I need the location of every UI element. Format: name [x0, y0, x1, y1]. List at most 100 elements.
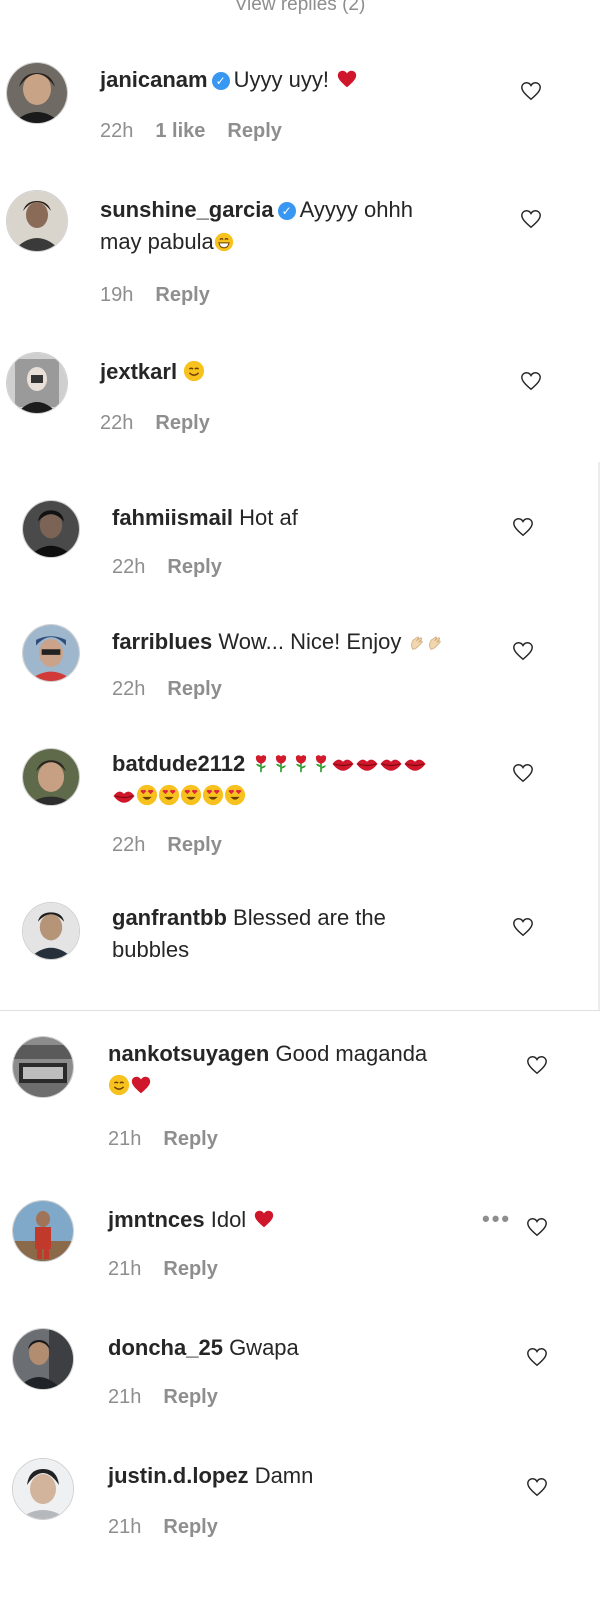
avatar[interactable]	[12, 1200, 74, 1262]
comment-body: doncha_25 Gwapa	[108, 1332, 508, 1364]
reply-button[interactable]: Reply	[163, 1258, 217, 1280]
avatar[interactable]	[6, 352, 68, 414]
comment-text: Idol	[210, 1207, 247, 1232]
timestamp: 22h	[112, 834, 146, 856]
comment: jextkarl 22h Reply	[0, 350, 600, 450]
comment: doncha_25 Gwapa 21h Reply	[0, 1326, 600, 1426]
clapping-hands-icon	[426, 634, 444, 652]
reply-button[interactable]: Reply	[155, 284, 209, 306]
username[interactable]: jmntnces	[108, 1207, 205, 1232]
comment-text: Wow... Nice! Enjoy	[218, 629, 402, 654]
comment-text-line2: bubbles	[112, 937, 190, 962]
rose-icon	[271, 752, 291, 774]
comment: sunshine_garcia ✓ Ayyyy ohhh may pabula 19…	[0, 190, 600, 320]
comment-text: Good maganda	[275, 1041, 428, 1066]
comment-text-line2: may pabula	[100, 229, 214, 254]
section-divider	[0, 1010, 600, 1011]
reply-button[interactable]: Reply	[155, 412, 209, 434]
username[interactable]: nankotsuyagen	[108, 1041, 269, 1066]
heart-eyes-icon	[136, 784, 158, 806]
reply-button[interactable]: Reply	[163, 1128, 217, 1150]
username[interactable]: justin.d.lopez	[108, 1463, 249, 1488]
like-count[interactable]: 1 like	[155, 120, 205, 142]
comment-body: jextkarl	[100, 356, 500, 388]
verified-badge-icon: ✓	[211, 72, 230, 90]
comment-body: sunshine_garcia ✓ Ayyyy ohhh may pabula	[100, 194, 500, 258]
kiss-mark-icon	[379, 754, 403, 774]
heart-eyes-icon	[158, 784, 180, 806]
avatar[interactable]	[22, 902, 80, 960]
username[interactable]: farriblues	[112, 629, 212, 654]
comment-meta: 21h Reply	[108, 1258, 240, 1281]
comment-body: farriblues Wow... Nice! Enjoy	[112, 626, 502, 658]
comment-text: Gwapa	[229, 1335, 299, 1360]
comment-body: fahmiismail Hot af	[112, 502, 492, 534]
avatar[interactable]	[12, 1458, 74, 1520]
like-heart-icon[interactable]	[512, 762, 534, 784]
kiss-mark-icon	[355, 754, 379, 774]
like-heart-icon[interactable]	[512, 640, 534, 662]
smiling-face-icon	[108, 1074, 130, 1096]
comment: fahmiismail Hot af 22h Reply	[0, 498, 600, 598]
like-heart-icon[interactable]	[526, 1054, 548, 1076]
heart-eyes-icon	[224, 784, 246, 806]
username[interactable]: ganfrantbb	[112, 905, 227, 930]
comment-meta: 21h Reply	[108, 1516, 240, 1539]
username[interactable]: janicanam	[100, 67, 208, 92]
comment-body: janicanam ✓ Uyyy uyy!	[100, 64, 500, 96]
rose-icon	[291, 752, 311, 774]
comment-text: Damn	[254, 1463, 314, 1488]
comment-meta: 22h Reply	[100, 412, 232, 435]
view-replies-link[interactable]: View replies (2)	[0, 0, 600, 16]
like-heart-icon[interactable]	[520, 370, 542, 392]
like-heart-icon[interactable]	[520, 208, 542, 230]
comment-text: Blessed are the	[233, 905, 386, 930]
comment-meta: 21h Reply	[108, 1386, 240, 1409]
avatar[interactable]	[12, 1036, 74, 1098]
comment-body: nankotsuyagen Good maganda	[108, 1038, 508, 1102]
comment-text: Hot af	[239, 505, 298, 530]
comment-meta: 22h 1 like Reply	[100, 120, 304, 143]
like-heart-icon[interactable]	[526, 1216, 548, 1238]
timestamp: 19h	[100, 284, 134, 306]
comment-text: Uyyy uyy!	[233, 67, 329, 92]
kiss-mark-icon	[112, 786, 136, 806]
username[interactable]: doncha_25	[108, 1335, 223, 1360]
username[interactable]: fahmiismail	[112, 505, 233, 530]
timestamp: 22h	[112, 678, 146, 700]
reply-button[interactable]: Reply	[167, 678, 221, 700]
reply-button[interactable]: Reply	[163, 1386, 217, 1408]
rose-icon	[311, 752, 331, 774]
avatar[interactable]	[6, 62, 68, 124]
red-heart-icon	[335, 68, 359, 90]
reply-button[interactable]: Reply	[163, 1516, 217, 1538]
like-heart-icon[interactable]	[520, 80, 542, 102]
avatar[interactable]	[6, 190, 68, 252]
more-options-icon[interactable]: •••	[482, 1206, 511, 1232]
comment: ganfrantbb Blessed are the bubbles	[0, 898, 600, 978]
avatar[interactable]	[22, 624, 80, 682]
reply-button[interactable]: Reply	[167, 556, 221, 578]
username[interactable]: sunshine_garcia	[100, 197, 274, 222]
rose-icon	[251, 752, 271, 774]
comment: batdude2112 22h Reply	[0, 744, 600, 874]
like-heart-icon[interactable]	[526, 1346, 548, 1368]
comment-body: justin.d.lopez Damn	[108, 1460, 508, 1492]
username[interactable]: batdude2112	[112, 751, 245, 776]
reply-button[interactable]: Reply	[227, 120, 281, 142]
like-heart-icon[interactable]	[526, 1476, 548, 1498]
red-heart-icon	[252, 1208, 276, 1230]
like-heart-icon[interactable]	[512, 516, 534, 538]
like-heart-icon[interactable]	[512, 916, 534, 938]
heart-eyes-icon	[202, 784, 224, 806]
avatar[interactable]	[22, 748, 80, 806]
avatar[interactable]	[22, 500, 80, 558]
username[interactable]: jextkarl	[100, 359, 177, 384]
comment-body: batdude2112	[112, 748, 502, 812]
kiss-mark-icon	[331, 754, 355, 774]
timestamp: 21h	[108, 1258, 142, 1280]
timestamp: 21h	[108, 1386, 142, 1408]
avatar[interactable]	[12, 1328, 74, 1390]
reply-button[interactable]: Reply	[167, 834, 221, 856]
verified-badge-icon: ✓	[277, 202, 296, 220]
